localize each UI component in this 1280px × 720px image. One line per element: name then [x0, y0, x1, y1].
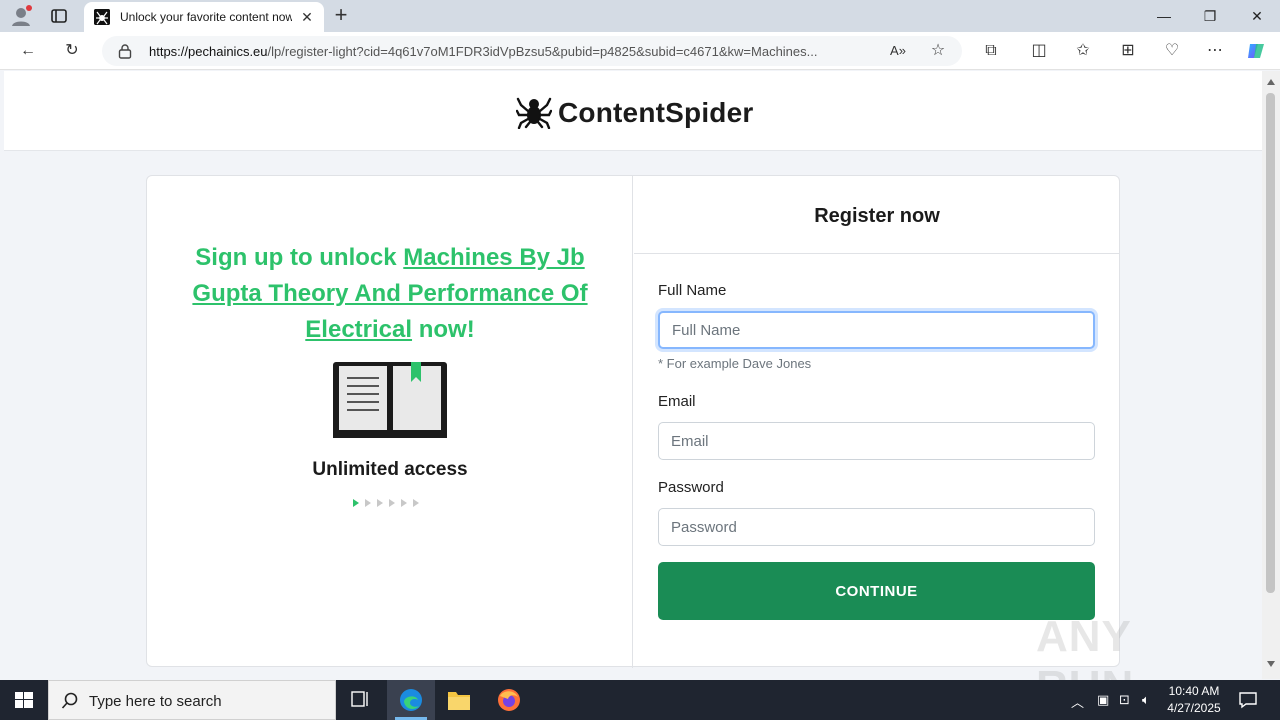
- extensions-icon[interactable]: ⧉: [981, 41, 1001, 61]
- scroll-up-icon[interactable]: [1267, 79, 1275, 85]
- notifications-icon[interactable]: [1238, 690, 1258, 710]
- spider-logo-icon: [516, 97, 552, 129]
- register-form: Register now Full Name * For example Dav…: [634, 176, 1120, 668]
- brand-logo[interactable]: ContentSpider: [516, 93, 756, 129]
- browser-toolbar: ← ↻ https://pechainics.eu/lp/register-li…: [0, 32, 1280, 70]
- more-icon[interactable]: ⋯: [1205, 41, 1225, 61]
- taskbar-search[interactable]: Type here to search: [48, 680, 336, 720]
- firefox-icon: [498, 689, 520, 711]
- volume-icon[interactable]: 🔈︎: [1142, 692, 1150, 708]
- network-icon[interactable]: ⊡: [1119, 692, 1130, 708]
- window-close-icon[interactable]: ✕: [1247, 6, 1267, 26]
- lock-icon[interactable]: [118, 43, 132, 59]
- split-screen-icon[interactable]: ◫: [1029, 41, 1049, 61]
- carousel-dot[interactable]: [365, 499, 371, 507]
- clock-time: 10:40 AM: [1168, 684, 1220, 698]
- brand-name: ContentSpider: [558, 97, 754, 128]
- page-scrollbar[interactable]: [1262, 71, 1280, 679]
- file-explorer-taskbar-app[interactable]: [435, 680, 483, 720]
- feature-label: Unlimited access: [312, 459, 468, 480]
- folder-icon: [448, 692, 470, 710]
- full-name-hint: * For example Dave Jones: [658, 356, 812, 371]
- password-label: Password: [658, 479, 724, 496]
- spider-favicon-icon: [94, 9, 110, 25]
- taskbar-clock[interactable]: 10:40 AM 4/27/2025: [1160, 683, 1228, 717]
- minimize-icon[interactable]: —: [1154, 6, 1174, 26]
- read-aloud-icon[interactable]: A»: [888, 41, 908, 61]
- taskbar: Type here to search ︿ ▣ ⊡ 🔈︎ 10:40 AM 4/…: [0, 680, 1280, 720]
- collections-icon[interactable]: ⊞: [1118, 41, 1138, 61]
- refresh-icon[interactable]: ↻: [62, 41, 82, 61]
- windows-start-icon[interactable]: [0, 680, 48, 720]
- carousel-dot[interactable]: [389, 499, 395, 507]
- promo-panel: Sign up to unlock Machines By Jb Gupta T…: [147, 176, 633, 668]
- scroll-thumb[interactable]: [1266, 93, 1275, 593]
- back-icon[interactable]: ←: [18, 41, 38, 61]
- browser-essentials-icon[interactable]: ♡: [1162, 41, 1182, 61]
- copilot-icon[interactable]: [1246, 41, 1266, 61]
- firefox-taskbar-app[interactable]: [485, 680, 533, 720]
- continue-button[interactable]: CONTINUE: [658, 562, 1095, 620]
- restore-icon[interactable]: ❐: [1200, 6, 1220, 26]
- password-input[interactable]: [658, 508, 1095, 546]
- tray-chevron-icon[interactable]: ︿: [1071, 692, 1084, 711]
- active-tab[interactable]: Unlock your favorite content now ✕: [84, 2, 324, 32]
- carousel-dot[interactable]: [377, 499, 383, 507]
- tray-device-icon[interactable]: ▣: [1097, 692, 1109, 708]
- carousel-dot[interactable]: [413, 499, 419, 507]
- book-icon: [333, 362, 447, 438]
- edge-icon: [400, 689, 422, 711]
- email-input[interactable]: [658, 422, 1095, 460]
- register-card: Sign up to unlock Machines By Jb Gupta T…: [146, 175, 1120, 668]
- favorite-star-icon[interactable]: ☆: [928, 41, 948, 61]
- clock-date: 4/27/2025: [1167, 701, 1221, 715]
- search-placeholder: Type here to search: [89, 693, 222, 710]
- site-header: ContentSpider: [4, 71, 1262, 151]
- close-tab-icon[interactable]: ✕: [300, 10, 314, 24]
- promo-headline: Sign up to unlock Machines By Jb Gupta T…: [192, 244, 588, 343]
- full-name-label: Full Name: [658, 282, 727, 299]
- watermark: ANY RUN: [1036, 612, 1133, 711]
- full-name-input[interactable]: [658, 311, 1095, 349]
- email-label: Email: [658, 393, 696, 410]
- carousel-dot[interactable]: [401, 499, 407, 507]
- address-bar[interactable]: https://pechainics.eu/lp/register-light?…: [102, 36, 962, 66]
- task-view-icon[interactable]: [336, 680, 384, 720]
- carousel-dot[interactable]: [353, 499, 359, 507]
- profile-icon[interactable]: [10, 5, 32, 27]
- favorites-icon[interactable]: ✩: [1073, 41, 1093, 61]
- tab-title: Unlock your favorite content now: [120, 10, 292, 24]
- tab-bar: Unlock your favorite content now ✕ + — ❐…: [0, 0, 1280, 32]
- scroll-down-icon[interactable]: [1267, 661, 1275, 667]
- carousel-indicator: [353, 499, 433, 509]
- address-url[interactable]: https://pechainics.eu/lp/register-light?…: [149, 44, 879, 59]
- form-title: Register now: [634, 176, 1120, 254]
- edge-taskbar-app[interactable]: [387, 680, 435, 720]
- search-icon: [61, 692, 78, 709]
- new-tab-icon[interactable]: +: [332, 4, 350, 26]
- tab-actions-icon[interactable]: [50, 7, 68, 25]
- page-content: ContentSpider Sign up to unlock Machines…: [4, 71, 1262, 679]
